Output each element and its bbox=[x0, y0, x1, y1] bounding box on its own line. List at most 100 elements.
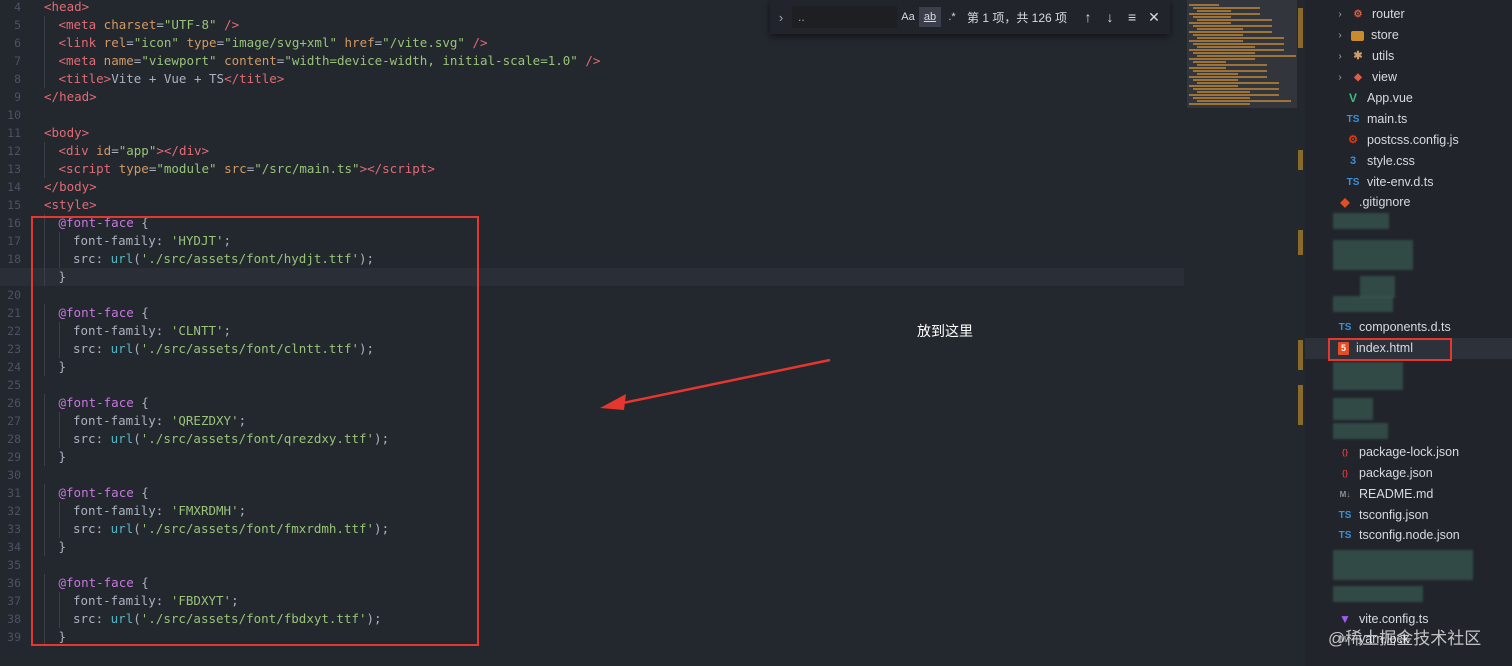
minimap-line bbox=[1193, 88, 1279, 90]
redacted-explorer-item bbox=[1360, 276, 1395, 298]
ts-file-icon: TS bbox=[1338, 322, 1352, 333]
minimap[interactable] bbox=[1185, 0, 1305, 666]
code-line[interactable] bbox=[44, 106, 1184, 124]
code-line[interactable]: <link rel="icon" type="image/svg+xml" hr… bbox=[44, 34, 1184, 52]
explorer-item[interactable]: › ✱ utils bbox=[1305, 46, 1512, 67]
find-widget[interactable]: › .. Aa ab .* 第 1 项，共 126 项 ↑ ↓ ≡ ✕ bbox=[770, 0, 1170, 34]
code-token: > bbox=[276, 71, 285, 86]
code-token: rel bbox=[96, 35, 127, 50]
explorer-item[interactable]: 3 style.css bbox=[1305, 151, 1512, 172]
next-match-button[interactable]: ↓ bbox=[1099, 9, 1121, 25]
scrollbar-match-marker bbox=[1298, 150, 1303, 170]
explorer-item[interactable]: ⚙ postcss.config.js bbox=[1305, 130, 1512, 151]
explorer-item-label: view bbox=[1372, 70, 1398, 84]
match-case-button[interactable]: Aa bbox=[897, 7, 919, 27]
find-in-selection-button[interactable]: ≡ bbox=[1121, 9, 1143, 25]
code-token: /> bbox=[464, 35, 488, 50]
line-number: 30 bbox=[7, 468, 21, 482]
code-token: "icon" bbox=[133, 35, 179, 50]
explorer-item[interactable]: › ◆ view bbox=[1305, 67, 1512, 88]
chevron-right-icon[interactable]: › bbox=[1335, 46, 1345, 67]
explorer-item-label: store bbox=[1371, 28, 1399, 42]
code-line[interactable]: </head> bbox=[44, 88, 1184, 106]
annotation-arrow-icon bbox=[600, 358, 831, 410]
code-line[interactable]: <meta name="viewport" content="width=dev… bbox=[44, 52, 1184, 70]
explorer-item-label: router bbox=[1372, 7, 1405, 21]
code-line[interactable]: </body> bbox=[44, 178, 1184, 196]
minimap-line bbox=[1189, 22, 1231, 24]
line-number: 12 bbox=[7, 144, 21, 158]
line-number: 9 bbox=[14, 90, 21, 104]
code-token: "UTF-8" bbox=[163, 17, 217, 32]
previous-match-button[interactable]: ↑ bbox=[1077, 9, 1099, 25]
indent-guide bbox=[44, 70, 59, 88]
explorer-item-label: App.vue bbox=[1367, 91, 1413, 105]
code-token: = bbox=[111, 143, 119, 158]
explorer-item-label: vite-env.d.ts bbox=[1367, 175, 1434, 189]
code-token: > bbox=[81, 125, 90, 140]
explorer-item[interactable]: TS main.ts bbox=[1305, 109, 1512, 130]
explorer-item[interactable]: M↓ README.md bbox=[1305, 484, 1512, 505]
explorer-item-label: style.css bbox=[1367, 154, 1415, 168]
minimap-line bbox=[1193, 7, 1260, 9]
minimap-line bbox=[1193, 34, 1243, 36]
code-token: /> bbox=[577, 53, 601, 68]
code-token: title bbox=[239, 71, 277, 86]
minimap-line bbox=[1197, 46, 1255, 48]
editor-scrollbar[interactable] bbox=[1297, 0, 1305, 666]
git-file-icon: ◆ bbox=[1340, 195, 1350, 209]
scrollbar-match-marker bbox=[1298, 385, 1303, 425]
code-line[interactable]: <script type="module" src="/src/main.ts"… bbox=[44, 160, 1184, 178]
find-input[interactable]: .. bbox=[792, 6, 897, 28]
line-number: 25 bbox=[7, 378, 21, 392]
code-token: charset bbox=[96, 17, 157, 32]
code-token: content bbox=[216, 53, 277, 68]
json-file-icon: {} bbox=[1341, 469, 1349, 478]
chevron-right-icon[interactable]: › bbox=[1335, 67, 1345, 88]
line-number: 39 bbox=[7, 630, 21, 644]
close-find-button[interactable]: ✕ bbox=[1143, 9, 1165, 26]
explorer-item[interactable]: TS tsconfig.node.json bbox=[1305, 525, 1512, 546]
code-line[interactable]: <title>Vite + Vue + TS</title> bbox=[44, 70, 1184, 88]
line-number: 31 bbox=[7, 486, 21, 500]
explorer-item[interactable]: {} package.json bbox=[1305, 463, 1512, 484]
regex-button[interactable]: .* bbox=[941, 7, 963, 27]
explorer-item[interactable]: ◆ .gitignore bbox=[1305, 192, 1512, 213]
chevron-right-icon[interactable]: › bbox=[1335, 25, 1345, 46]
minimap-line bbox=[1193, 97, 1250, 99]
explorer-item[interactable]: V App.vue bbox=[1305, 88, 1512, 109]
code-line[interactable]: <div id="app"></div> bbox=[44, 142, 1184, 160]
indent-guide bbox=[44, 52, 59, 70]
ts-file-icon: TS bbox=[1346, 114, 1360, 125]
tsconfig-file-icon: TS bbox=[1338, 530, 1352, 541]
line-number: 11 bbox=[7, 126, 21, 140]
explorer-item[interactable]: {} package-lock.json bbox=[1305, 442, 1512, 463]
router-file-icon: ⚙ bbox=[1353, 9, 1363, 20]
code-token: "width=device-width, initial-scale=1.0" bbox=[284, 53, 578, 68]
explorer-item[interactable]: › store bbox=[1305, 25, 1512, 46]
minimap-line bbox=[1193, 79, 1238, 81]
minimap-line bbox=[1193, 43, 1284, 45]
whole-word-button[interactable]: ab bbox=[919, 7, 941, 27]
explorer-item[interactable]: TS components.d.ts bbox=[1305, 317, 1512, 338]
code-token: > bbox=[89, 89, 97, 104]
code-token: < bbox=[58, 143, 67, 158]
explorer-item[interactable]: TS vite-env.d.ts bbox=[1305, 172, 1512, 193]
code-token: type bbox=[111, 161, 149, 176]
explorer-item[interactable]: › ⚙ router bbox=[1305, 4, 1512, 25]
scrollbar-match-marker bbox=[1298, 340, 1303, 370]
find-expand-toggle[interactable]: › bbox=[770, 10, 792, 25]
minimap-line bbox=[1189, 85, 1238, 87]
minimap-line bbox=[1193, 25, 1272, 27]
code-line[interactable]: <style> bbox=[44, 196, 1184, 214]
code-line[interactable]: <body> bbox=[44, 124, 1184, 142]
file-explorer[interactable]: › ⚙ router › store › ✱ utils › ◆ view V App.vue TS mai… bbox=[1305, 0, 1512, 666]
code-token: name bbox=[96, 53, 134, 68]
chevron-right-icon[interactable]: › bbox=[1335, 4, 1345, 25]
code-token: = bbox=[216, 35, 225, 50]
code-token: < bbox=[44, 0, 52, 14]
explorer-item[interactable]: TS tsconfig.json bbox=[1305, 505, 1512, 526]
minimap-line bbox=[1189, 94, 1279, 96]
code-token: div bbox=[178, 143, 202, 158]
code-token: > bbox=[427, 161, 435, 176]
